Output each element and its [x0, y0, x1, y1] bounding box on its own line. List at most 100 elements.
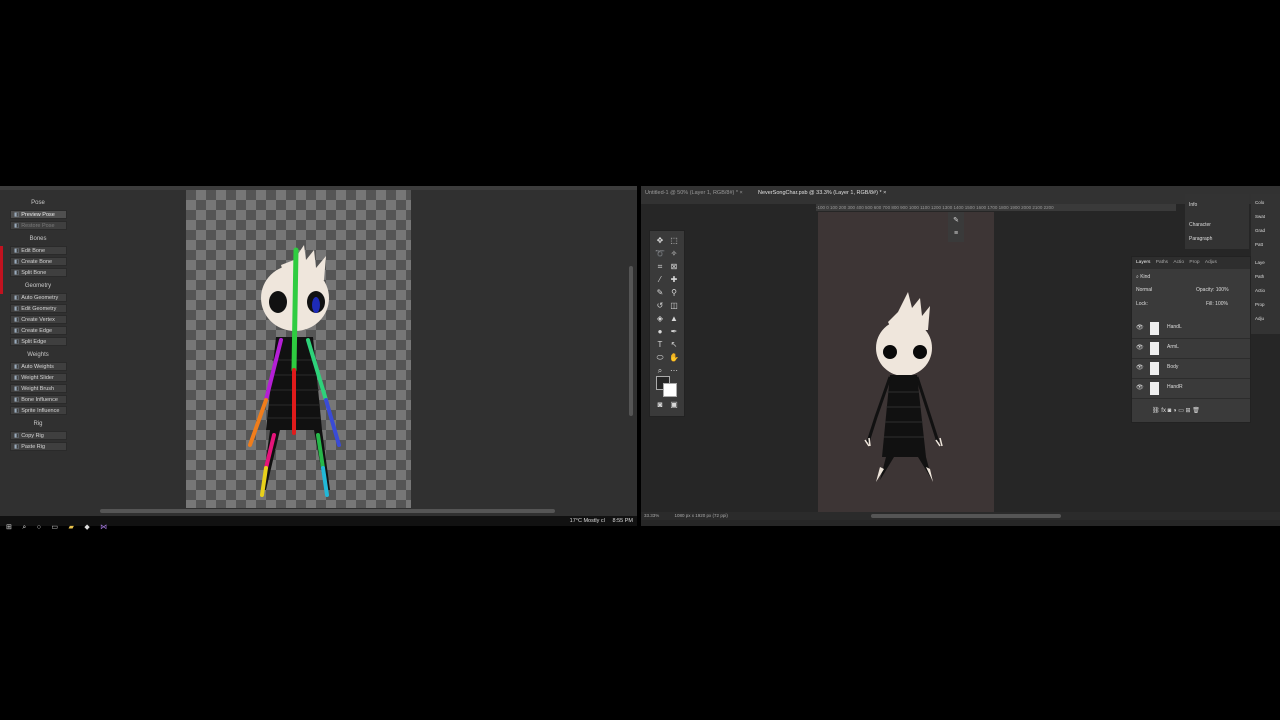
tool-button[interactable]: ◧ Create Vertex: [10, 315, 67, 324]
gradients-panel-tab[interactable]: Grad: [1255, 228, 1265, 233]
section-title: Bones: [29, 236, 47, 242]
fill-control[interactable]: Fill: 100%: [1206, 301, 1228, 307]
tool-button[interactable]: ◧ Edit Geometry: [10, 304, 67, 313]
tool-button[interactable]: ◧ Paste Rig: [10, 442, 67, 451]
unity-icon[interactable]: ◆: [84, 523, 89, 533]
visual-studio-icon[interactable]: ⋈: [100, 523, 107, 533]
shape-tool-icon[interactable]: ⬭: [653, 352, 667, 364]
tool-button-label: Split Bone: [21, 270, 47, 276]
cortana-icon[interactable]: ○: [37, 523, 41, 533]
task-view-icon[interactable]: ▭: [51, 523, 58, 533]
tool-icon: ◧: [14, 270, 20, 276]
move-tool-icon[interactable]: ✥: [653, 235, 667, 247]
background-color-swatch[interactable]: [663, 383, 677, 397]
blur-tool-icon[interactable]: ▲: [667, 313, 681, 325]
paragraph-panel-tab[interactable]: Paragraph: [1189, 236, 1212, 242]
sprite-canvas[interactable]: [186, 190, 411, 508]
horizontal-scrollbar[interactable]: [100, 509, 555, 513]
frame-tool-icon[interactable]: ⊠: [667, 261, 681, 273]
start-icon[interactable]: ⊞: [6, 523, 12, 533]
info-panel-stack: Info Character Paragraph: [1185, 194, 1249, 249]
adjust-settings-icon[interactable]: ≡: [949, 228, 963, 240]
tool-button[interactable]: ◧ Sprite Influence: [10, 406, 67, 415]
swatches-panel-tab[interactable]: Swat: [1255, 214, 1265, 219]
tab-adjustments[interactable]: Adjus: [1205, 260, 1217, 265]
dodge-tool-icon[interactable]: ●: [653, 326, 667, 338]
brush-settings-icon[interactable]: ✎: [949, 215, 963, 227]
tool-button[interactable]: ◧ Edit Bone: [10, 246, 67, 255]
document-canvas[interactable]: [818, 212, 994, 512]
type-tool-icon[interactable]: T: [653, 339, 667, 351]
opacity-control[interactable]: Opacity: 100%: [1196, 287, 1229, 293]
color-panel-tab[interactable]: Colo: [1255, 200, 1264, 205]
tab-actions[interactable]: Actio: [1173, 260, 1184, 265]
explorer-icon[interactable]: ▰: [68, 523, 73, 533]
tab-properties[interactable]: Prop: [1189, 260, 1199, 265]
layer-row[interactable]: 👁 Body: [1132, 359, 1250, 379]
tool-button[interactable]: ◧ Split Bone: [10, 268, 67, 277]
document-info[interactable]: 1080 px x 1920 px (72 ppi): [675, 513, 728, 518]
properties-panel-tab[interactable]: Prop: [1255, 302, 1265, 307]
tool-icon: ◧: [14, 433, 20, 439]
tool-button[interactable]: ◧ Restore Pose: [10, 221, 67, 230]
paths-panel-tab[interactable]: Path: [1255, 274, 1264, 279]
healing-brush-icon[interactable]: ✚: [667, 274, 681, 286]
tool-button[interactable]: ◧ Auto Geometry: [10, 293, 67, 302]
brush-tool-icon[interactable]: ✎: [653, 287, 667, 299]
tool-button[interactable]: ◧ Create Bone: [10, 257, 67, 266]
patterns-panel-tab[interactable]: Patt: [1255, 242, 1263, 247]
pen-tool-icon[interactable]: ✒: [667, 326, 681, 338]
clock[interactable]: 8:55 PM: [613, 518, 633, 524]
tool-button[interactable]: ◧ Create Edge: [10, 326, 67, 335]
magic-wand-icon[interactable]: ✧: [667, 248, 681, 260]
tab-layers[interactable]: Layers: [1136, 260, 1150, 265]
eye-icon[interactable]: 👁: [1136, 364, 1144, 371]
layer-row[interactable]: 👁 HandL: [1132, 319, 1250, 339]
info-panel-tab[interactable]: Info: [1189, 202, 1197, 208]
eye-icon[interactable]: 👁: [1136, 344, 1144, 351]
tab-paths[interactable]: Paths: [1156, 260, 1168, 265]
character-panel-tab[interactable]: Character: [1189, 222, 1211, 228]
quick-mask-icon[interactable]: ◙: [653, 399, 667, 411]
tab-neversongchar[interactable]: NeverSongChar.psb @ 33.3% (Layer 1, RGB/…: [758, 190, 886, 196]
adjustments-panel-tab[interactable]: Adju: [1255, 316, 1264, 321]
weather-status[interactable]: 17°C Mostly cl: [570, 518, 605, 524]
paint-bucket-icon[interactable]: ◈: [653, 313, 667, 325]
zoom-level[interactable]: 33.33%: [644, 513, 659, 518]
layers-panel-tab[interactable]: Laye: [1255, 260, 1265, 265]
tool-icon: ◧: [14, 364, 20, 370]
lasso-tool-icon[interactable]: ➰: [653, 248, 667, 260]
opacity-value[interactable]: 100%: [1216, 287, 1229, 293]
eye-icon[interactable]: 👁: [1136, 324, 1144, 331]
crop-tool-icon[interactable]: ⌗: [653, 261, 667, 273]
blend-mode-select[interactable]: Normal: [1136, 287, 1152, 293]
layer-row[interactable]: 👁 ArmL: [1132, 339, 1250, 359]
eye-icon[interactable]: 👁: [1136, 384, 1144, 391]
search-icon[interactable]: ⌕: [22, 523, 26, 533]
history-brush-icon[interactable]: ↺: [653, 300, 667, 312]
path-select-icon[interactable]: ↖: [667, 339, 681, 351]
screen-mode-icon[interactable]: ▣: [667, 399, 681, 411]
fill-value[interactable]: 100%: [1215, 301, 1228, 307]
tool-icon: ◧: [14, 306, 20, 312]
tool-button-label: Auto Geometry: [21, 295, 59, 301]
eraser-tool-icon[interactable]: ◫: [667, 300, 681, 312]
vertical-scrollbar[interactable]: [629, 266, 633, 416]
actions-panel-tab[interactable]: Actio: [1255, 288, 1265, 293]
tool-button[interactable]: ◧ Split Edge: [10, 337, 67, 346]
horizontal-scrollbar[interactable]: [871, 514, 1061, 518]
tool-button[interactable]: ◧ Weight Slider: [10, 373, 67, 382]
layer-row[interactable]: 👁 HandR: [1132, 379, 1250, 399]
layer-filter[interactable]: ⌕ Kind: [1136, 274, 1150, 280]
tool-button[interactable]: ◧ Auto Weights: [10, 362, 67, 371]
marquee-tool-icon[interactable]: ⬚: [667, 235, 681, 247]
tool-button[interactable]: ◧ Preview Pose: [10, 210, 67, 219]
tool-icon: ◧: [14, 317, 20, 323]
tool-button[interactable]: ◧ Copy Rig: [10, 431, 67, 440]
eyedropper-icon[interactable]: ⁄: [653, 274, 667, 286]
tool-button[interactable]: ◧ Bone Influence: [10, 395, 67, 404]
tab-untitled[interactable]: Untitled-1 @ 50% (Layer 1, RGB/8#) * ×: [645, 190, 743, 196]
stamp-tool-icon[interactable]: ⚲: [667, 287, 681, 299]
tool-button[interactable]: ◧ Weight Brush: [10, 384, 67, 393]
hand-tool-icon[interactable]: ✋: [667, 352, 681, 364]
